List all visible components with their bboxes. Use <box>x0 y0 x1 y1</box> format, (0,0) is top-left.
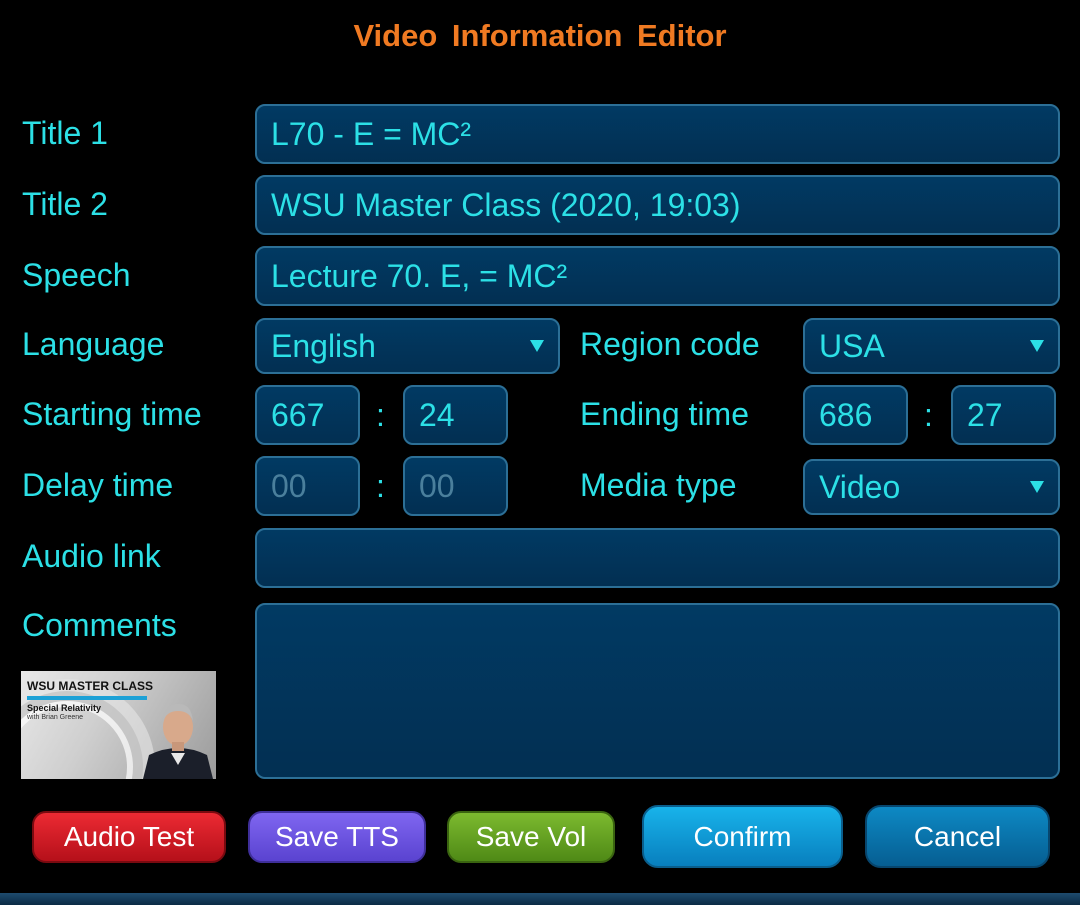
media-type-value: Video <box>819 468 901 505</box>
page-title: Video Information Editor <box>353 18 727 53</box>
chevron-down-icon <box>530 340 544 352</box>
delay-seconds-input[interactable]: 00 <box>403 456 508 516</box>
time-separator: : <box>376 397 385 433</box>
comments-label: Comments <box>22 607 177 643</box>
title2-label: Title 2 <box>22 186 108 222</box>
thumbnail-accent-bar <box>27 696 147 700</box>
audio-test-button[interactable]: Audio Test <box>32 811 226 863</box>
delay-minutes-input[interactable]: 00 <box>255 456 360 516</box>
time-separator: : <box>376 468 385 504</box>
title1-label: Title 1 <box>22 115 108 151</box>
audio-link-label: Audio link <box>22 538 161 574</box>
time-separator: : <box>924 397 933 433</box>
presenter-portrait <box>143 703 213 779</box>
end-minutes-input[interactable]: 686 <box>803 385 908 445</box>
ending-time-label: Ending time <box>580 396 749 432</box>
region-code-label: Region code <box>580 326 760 362</box>
cancel-button[interactable]: Cancel <box>865 805 1050 868</box>
chevron-down-icon <box>1030 481 1044 493</box>
video-thumbnail: WSU MASTER CLASS Special Relativity with… <box>21 671 216 779</box>
audio-link-input[interactable] <box>255 528 1060 588</box>
save-tts-button[interactable]: Save TTS <box>248 811 426 863</box>
end-seconds-input[interactable]: 27 <box>951 385 1056 445</box>
save-vol-button[interactable]: Save Vol <box>447 811 615 863</box>
media-type-label: Media type <box>580 467 737 503</box>
language-select[interactable]: English <box>255 318 560 374</box>
speech-input[interactable]: Lecture 70. E, = MC² <box>255 246 1060 306</box>
bottom-bar <box>0 893 1080 905</box>
confirm-button[interactable]: Confirm <box>642 805 843 868</box>
region-code-value: USA <box>819 327 885 364</box>
thumbnail-brand: WSU MASTER CLASS <box>27 679 153 693</box>
chevron-down-icon <box>1030 340 1044 352</box>
language-value: English <box>271 327 376 364</box>
title2-input[interactable]: WSU Master Class (2020, 19:03) <box>255 175 1060 235</box>
start-seconds-input[interactable]: 24 <box>403 385 508 445</box>
title1-input[interactable]: L70 - E = MC² <box>255 104 1060 164</box>
thumbnail-instructor: with Brian Greene <box>27 714 84 721</box>
speech-label: Speech <box>22 257 131 293</box>
media-type-select[interactable]: Video <box>803 459 1060 515</box>
thumbnail-course: Special Relativity <box>27 703 102 713</box>
starting-time-label: Starting time <box>22 396 202 432</box>
delay-time-label: Delay time <box>22 467 174 503</box>
language-label: Language <box>22 326 165 362</box>
comments-textarea[interactable] <box>255 603 1060 779</box>
region-code-select[interactable]: USA <box>803 318 1060 374</box>
start-minutes-input[interactable]: 667 <box>255 385 360 445</box>
